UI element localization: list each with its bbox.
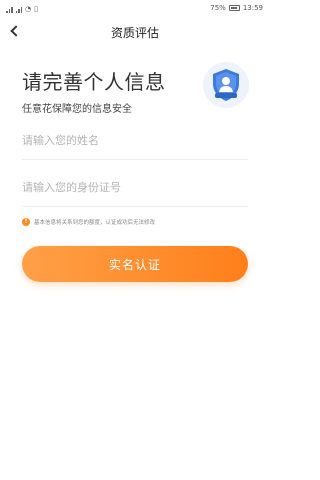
status-bar: ◔ ▯ 75% 13:59 bbox=[0, 0, 270, 18]
clock: 13:59 bbox=[242, 4, 263, 12]
info-icon: ! bbox=[22, 218, 30, 226]
nav-bar: 资质评估 bbox=[0, 18, 270, 46]
status-left: ◔ ▯ bbox=[6, 5, 38, 13]
signal-icon-2 bbox=[15, 6, 22, 13]
headline: 请完善个人信息 bbox=[22, 70, 166, 94]
page-title: 资质评估 bbox=[110, 26, 159, 40]
status-right: 75% 13:59 bbox=[210, 4, 263, 12]
shield-user-icon bbox=[203, 62, 249, 108]
signal-icon bbox=[6, 6, 13, 13]
id-number-field[interactable] bbox=[22, 169, 248, 207]
id-number-input[interactable] bbox=[22, 169, 248, 206]
name-input[interactable] bbox=[22, 122, 248, 159]
subline: 任意花保障您的信息安全 bbox=[22, 104, 132, 115]
battery-percent: 75% bbox=[210, 4, 226, 12]
notification-icon: ▯ bbox=[34, 5, 38, 13]
battery-icon bbox=[228, 5, 240, 11]
shield-svg bbox=[213, 69, 239, 101]
notice: ! 基本信息将关系到您的额度，认证成功后无法修改 bbox=[22, 218, 155, 226]
notice-text: 基本信息将关系到您的额度，认证成功后无法修改 bbox=[34, 220, 156, 226]
wifi-icon: ◔ bbox=[25, 5, 32, 13]
verify-button[interactable]: 实名认证 bbox=[22, 246, 248, 282]
name-field[interactable] bbox=[22, 122, 248, 160]
